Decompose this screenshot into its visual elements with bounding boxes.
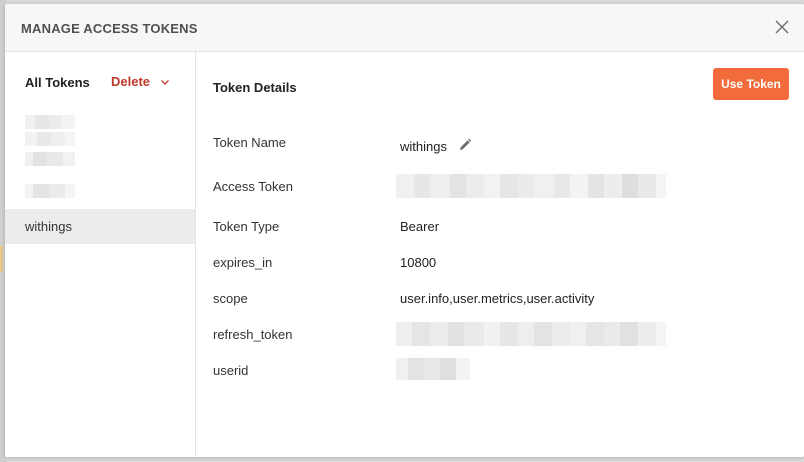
redacted-token-item[interactable] (25, 184, 75, 198)
modal-title: MANAGE ACCESS TOKENS (21, 21, 198, 36)
background-highlight (0, 246, 3, 272)
all-tokens-label: All Tokens (25, 75, 90, 90)
redacted-token-item[interactable] (25, 115, 75, 129)
modal-header: MANAGE ACCESS TOKENS (5, 4, 804, 52)
token-item-label: withings (25, 219, 72, 234)
details-title: Token Details (213, 80, 297, 95)
token-details-panel: Token Details Use Token Token Name withi… (197, 52, 804, 457)
token-sidebar: All Tokens Delete withings (5, 52, 196, 457)
redacted-token-item[interactable] (25, 132, 75, 146)
token-type-value: Bearer (400, 219, 440, 234)
scope-label: scope (213, 291, 248, 306)
sidebar-header: All Tokens Delete (5, 52, 195, 112)
token-name-label: Token Name (213, 135, 286, 150)
token-type-label: Token Type (213, 219, 280, 234)
close-icon[interactable] (774, 19, 790, 35)
expires-in-value: 10800 (400, 255, 437, 270)
expires-in-label: expires_in (213, 255, 273, 270)
userid-redacted (396, 358, 470, 380)
access-token-label: Access Token (213, 179, 293, 194)
token-item-withings[interactable]: withings (5, 209, 195, 244)
manage-tokens-modal: MANAGE ACCESS TOKENS All Tokens Delete w… (5, 4, 804, 457)
delete-dropdown-button[interactable]: Delete (111, 74, 170, 89)
scope-value: user.info,user.metrics,user.activity (400, 291, 595, 306)
access-token-redacted (396, 174, 684, 198)
delete-label: Delete (111, 74, 151, 89)
refresh-token-label: refresh_token (213, 327, 293, 342)
use-token-button[interactable]: Use Token (713, 68, 789, 100)
token-name-value: withings (400, 139, 447, 154)
refresh-token-redacted (396, 322, 684, 346)
pencil-icon[interactable] (458, 138, 472, 152)
redacted-token-item[interactable] (25, 152, 75, 166)
chevron-down-icon (161, 79, 169, 85)
userid-label: userid (213, 363, 249, 378)
